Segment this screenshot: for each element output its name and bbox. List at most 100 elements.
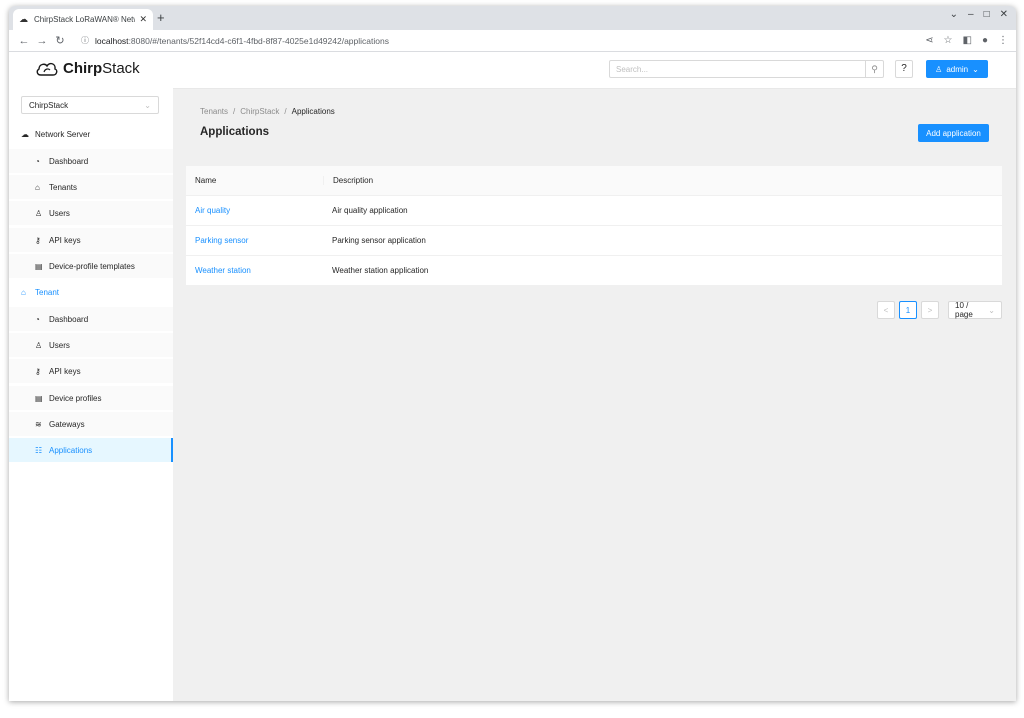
close-window-icon[interactable]: ✕ bbox=[1000, 9, 1008, 20]
sidebar-item-label: API keys bbox=[49, 235, 81, 245]
application-description: Parking sensor application bbox=[332, 236, 426, 245]
sidebar-item-tenant-api-keys[interactable]: ⚷ API keys bbox=[9, 359, 173, 383]
sidebar-item-label: Users bbox=[49, 340, 70, 350]
logo-text: ChirpStack bbox=[63, 60, 140, 77]
back-icon[interactable]: ← bbox=[15, 35, 33, 47]
breadcrumb-chirpstack[interactable]: ChirpStack bbox=[240, 107, 279, 116]
minimize-icon[interactable]: – bbox=[968, 9, 974, 20]
sidebar-item-label: Applications bbox=[49, 445, 93, 455]
tab-search-icon[interactable]: ⌄ bbox=[950, 9, 958, 20]
page-size-value: 10 / page bbox=[955, 301, 973, 319]
side-panel-icon[interactable]: ◧ bbox=[963, 35, 972, 46]
sidebar-item-label: Device-profile templates bbox=[49, 261, 135, 271]
menu-group-label: Tenant bbox=[35, 287, 60, 297]
toolbar-actions: ⋖ ☆ ◧ ● ⋮ bbox=[925, 35, 1010, 46]
tenant-select[interactable]: ChirpStack ⌄ bbox=[21, 96, 159, 114]
user-icon: ♙ bbox=[35, 340, 43, 350]
user-icon: ♙ bbox=[35, 208, 43, 218]
browser-window: ☁ ChirpStack LoRaWAN® Netw... ✕ + ⌄ – □ … bbox=[9, 6, 1016, 701]
new-tab-icon[interactable]: + bbox=[157, 10, 165, 25]
search-icon[interactable]: ⚲ bbox=[865, 61, 883, 77]
home-icon: ⌂ bbox=[21, 287, 26, 297]
sidebar-item-label: Tenants bbox=[49, 182, 78, 192]
chirpstack-logo[interactable]: ChirpStack bbox=[35, 60, 140, 77]
search-box: ⚲ bbox=[609, 60, 884, 78]
breadcrumb-applications: Applications bbox=[291, 107, 335, 116]
home-icon: ⌂ bbox=[35, 182, 40, 192]
maximize-icon[interactable]: □ bbox=[984, 9, 990, 20]
page-1-button[interactable]: 1 bbox=[899, 301, 917, 319]
tab-title: ChirpStack LoRaWAN® Netw... bbox=[34, 15, 136, 24]
column-header-name[interactable]: Name bbox=[186, 176, 323, 185]
table-header: Name Description bbox=[186, 166, 1002, 196]
breadcrumb-separator: / bbox=[284, 107, 287, 116]
applications-table: Name Description Air quality Air quality… bbox=[186, 166, 1002, 286]
help-button[interactable]: ? bbox=[895, 60, 913, 78]
sidebar-item-label: Users bbox=[49, 208, 70, 218]
prev-page-button[interactable]: < bbox=[877, 301, 895, 319]
sidebar-item-label: Dashboard bbox=[49, 156, 89, 166]
sidebar-item-ns-tenants[interactable]: ⌂ Tenants bbox=[9, 175, 173, 199]
page-title: Applications bbox=[200, 126, 270, 138]
sidebar-item-gateways[interactable]: ≋ Gateways bbox=[9, 412, 173, 436]
dashboard-icon: ◔ bbox=[35, 156, 40, 166]
browser-tab[interactable]: ☁ ChirpStack LoRaWAN® Netw... ✕ bbox=[13, 9, 153, 30]
bookmark-star-icon[interactable]: ☆ bbox=[944, 35, 953, 46]
sidebar-item-label: Dashboard bbox=[49, 314, 89, 324]
key-icon: ⚷ bbox=[35, 366, 41, 376]
sidebar-item-tenant-dashboard[interactable]: ◔ Dashboard bbox=[9, 307, 173, 331]
user-icon: ♙ bbox=[935, 64, 943, 74]
site-info-icon[interactable]: ⓘ bbox=[81, 35, 89, 46]
profile-icon[interactable]: ● bbox=[982, 35, 988, 46]
search-input[interactable] bbox=[610, 61, 865, 77]
menu-kebab-icon[interactable]: ⋮ bbox=[998, 35, 1008, 46]
application-name-link[interactable]: Weather station bbox=[186, 266, 323, 275]
sidebar-item-ns-api-keys[interactable]: ⚷ API keys bbox=[9, 228, 173, 252]
device-profile-icon: ▤ bbox=[35, 393, 43, 403]
pagination: < 1 > 10 / page ⌄ bbox=[877, 301, 1002, 319]
main-content: Tenants / ChirpStack / Applications Applicat… bbox=[185, 86, 1002, 701]
sidebar-item-device-profiles[interactable]: ▤ Device profiles bbox=[9, 386, 173, 410]
app-header: ChirpStack ⚲ ? ♙ admin ⌄ bbox=[9, 52, 1016, 89]
sidebar-item-ns-dashboard[interactable]: ◔ Dashboard bbox=[9, 149, 173, 173]
menu-group-tenant[interactable]: ⌂ Tenant bbox=[9, 280, 173, 304]
share-icon[interactable]: ⋖ bbox=[925, 35, 933, 46]
application-description: Air quality application bbox=[332, 206, 408, 215]
sidebar-item-ns-users[interactable]: ♙ Users bbox=[9, 201, 173, 225]
address-bar[interactable]: ⓘ localhost :8080/#/tenants/52f14cd4-c6f… bbox=[75, 33, 919, 49]
chevron-down-icon: ⌄ bbox=[144, 100, 151, 110]
cloud-logo-icon bbox=[36, 62, 58, 76]
menu-group-network-server[interactable]: ☁ Network Server bbox=[9, 122, 173, 146]
table-row: Parking sensor Parking sensor applicatio… bbox=[186, 226, 1002, 256]
sidebar-item-tenant-users[interactable]: ♙ Users bbox=[9, 333, 173, 357]
breadcrumb: Tenants / ChirpStack / Applications bbox=[200, 107, 335, 116]
sidebar-item-label: API keys bbox=[49, 366, 81, 376]
user-menu-button[interactable]: ♙ admin ⌄ bbox=[926, 60, 988, 78]
sidebar-item-applications[interactable]: ☷ Applications bbox=[9, 438, 173, 462]
application-description: Weather station application bbox=[332, 266, 429, 275]
url-path: :8080/#/tenants/52f14cd4-c6f1-4fbd-8f87-… bbox=[128, 35, 389, 46]
dashboard-icon: ◔ bbox=[35, 314, 40, 324]
cloud-icon: ☁ bbox=[21, 129, 29, 139]
add-application-button[interactable]: Add application bbox=[918, 124, 989, 142]
next-page-button[interactable]: > bbox=[921, 301, 939, 319]
tab-strip: ☁ ChirpStack LoRaWAN® Netw... ✕ + ⌄ – □ … bbox=[9, 6, 1016, 30]
application-name-link[interactable]: Parking sensor bbox=[186, 236, 323, 245]
breadcrumb-separator: / bbox=[233, 107, 236, 116]
chevron-down-icon: ⌄ bbox=[972, 64, 979, 74]
table-row: Air quality Air quality application bbox=[186, 196, 1002, 226]
column-header-description[interactable]: Description bbox=[323, 176, 1002, 185]
key-icon: ⚷ bbox=[35, 235, 41, 245]
forward-icon[interactable]: → bbox=[33, 35, 51, 47]
sidebar-item-label: Gateways bbox=[49, 419, 85, 429]
breadcrumb-tenants[interactable]: Tenants bbox=[200, 107, 228, 116]
application-name-link[interactable]: Air quality bbox=[186, 206, 323, 215]
page-size-select[interactable]: 10 / page ⌄ bbox=[948, 301, 1002, 319]
template-icon: ▤ bbox=[35, 261, 43, 271]
user-name: admin bbox=[946, 64, 969, 74]
applications-icon: ☷ bbox=[35, 445, 43, 455]
reload-icon[interactable]: ↻ bbox=[51, 34, 69, 47]
sidebar: ChirpStack ⌄ ☁ Network Server ◔ Dashboar… bbox=[9, 86, 173, 701]
sidebar-item-device-profile-templates[interactable]: ▤ Device-profile templates bbox=[9, 254, 173, 278]
close-tab-icon[interactable]: ✕ bbox=[139, 14, 147, 25]
